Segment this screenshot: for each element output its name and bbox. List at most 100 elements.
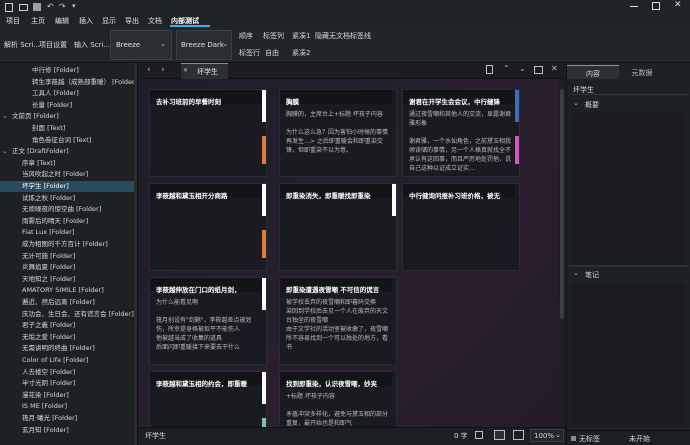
forward-icon[interactable]: › [161, 65, 165, 75]
notes-text-area[interactable] [571, 283, 685, 427]
scrollbar-thumb[interactable] [560, 89, 564, 319]
tree-item[interactable]: 中行修 [Folder] [0, 65, 137, 76]
tree-item[interactable]: 长量 [Folder] [0, 100, 137, 111]
card-synopsis [409, 204, 511, 266]
tree-item[interactable]: 无计可施 [Folder] [0, 251, 137, 262]
project-settings-button[interactable]: 项目设置 [39, 40, 67, 50]
tree-item[interactable]: 工具人 [Folder] [0, 88, 137, 99]
menu-document[interactable]: 文档 [148, 16, 162, 26]
tag-row-button[interactable]: 标签行 [239, 48, 260, 58]
summary-text-area[interactable] [571, 113, 685, 265]
compact2-button[interactable]: 紧凑2 [292, 48, 310, 58]
tab-content[interactable]: 内容 [567, 65, 619, 79]
tree-item[interactable]: AMATORY SIMILE [Folder] [0, 285, 137, 296]
tab-current-document[interactable]: ✕ 坏学生 [181, 63, 228, 79]
index-card[interactable]: 即重染遭遇夜雪嘲 不可信的谎言 被学校丢弃的夜雪嘲和即暮码交换 染回到学校后去见一… [279, 277, 397, 365]
tree-item[interactable]: 试炼之秋 [Folder] [0, 193, 137, 204]
minimize-icon[interactable] [630, 6, 638, 7]
menu-home[interactable]: 主页 [31, 16, 45, 26]
tree-item[interactable]: 雨雾后的晴天 [Folder] [0, 216, 137, 227]
tree-item[interactable]: 成为相图的千方百计 [Folder] [0, 239, 137, 250]
tree-item[interactable]: 转生李筱越（成熟部重暖） [Folder] [0, 77, 137, 88]
tree-item[interactable]: ⌄ 正文 [DraftFolder] [0, 146, 137, 157]
chevron-down-icon[interactable]: ⌄ [2, 146, 7, 157]
bookmark-icon[interactable] [486, 65, 493, 74]
notes-section-header[interactable]: ⌄ 笔记 [569, 269, 689, 281]
label-status[interactable]: 无标签 [579, 434, 600, 444]
split-view-icon[interactable] [534, 66, 543, 74]
back-icon[interactable]: ‹ [147, 65, 151, 75]
progress-status[interactable]: 未开始 [629, 434, 650, 444]
tree-item[interactable]: 玄月知 [Folder] [0, 425, 137, 436]
parse-script-button[interactable]: 解析 Scri... [4, 40, 40, 50]
text-format-icon[interactable] [475, 431, 483, 439]
menu-export[interactable]: 导出 [125, 16, 139, 26]
card-title: 李筱越伸放在门口的纸月剑， [156, 286, 241, 294]
summary-section-header[interactable]: ⌄ 概要 [569, 99, 689, 111]
tab-metadata[interactable]: 元数据 [619, 65, 665, 79]
close-icon[interactable]: ✕ [674, 0, 682, 10]
tree-item[interactable]: 无垢之爱 [Folder] [0, 332, 137, 343]
undo-icon[interactable]: ↶ [47, 2, 54, 11]
index-card[interactable]: 去补习班前的早餐时刻 [149, 89, 267, 177]
editor-scrollbar[interactable] [559, 79, 565, 427]
tree-item[interactable]: 炎舞焰夏 [Folder] [0, 262, 137, 273]
save-icon[interactable] [33, 3, 41, 11]
tree-item[interactable]: 人去楼空 [Folder] [0, 367, 137, 378]
tree-item[interactable]: 君子之義 [Folder] [0, 320, 137, 331]
chevron-down-icon[interactable]: ⌄ [2, 111, 7, 122]
input-script-button[interactable]: 输入 Scri... [74, 40, 110, 50]
tree-item[interactable]: 无烦噪夜的惊空曲 [Folder] [0, 204, 137, 215]
menu-insert[interactable]: 插入 [79, 16, 93, 26]
sidebar-scrollbar[interactable] [134, 63, 137, 445]
tree-item[interactable]: 半寸光阴 [Folder] [0, 378, 137, 389]
tree-item[interactable]: 筏月·曦光 [Folder] [0, 413, 137, 424]
tree-item[interactable]: 无需讲明的终曲 [Folder] [0, 343, 137, 354]
chevron-up-icon[interactable]: ⌃ [503, 64, 510, 73]
index-card[interactable]: 李筱越和黛玉相的约会，即重暖 [149, 371, 267, 427]
close-editor-icon[interactable]: ✕ [551, 64, 558, 73]
scene-icon[interactable] [513, 430, 524, 440]
tree-item[interactable]: 封面 [Text] [0, 123, 137, 134]
image-icon[interactable] [494, 430, 505, 440]
index-card[interactable]: 找到即重染，认识夜雪嘲，妙夹 +标题 坏孩子内容 矛盾冲突多样化，避免与黛玉相的部… [279, 371, 397, 427]
free-button[interactable]: 自由 [265, 48, 279, 58]
redo-icon[interactable]: ↷ [59, 2, 66, 11]
maximize-icon[interactable] [652, 2, 660, 10]
tree-item[interactable]: 坏学生 [Folder] [0, 181, 137, 192]
new-icon[interactable] [5, 3, 13, 12]
zoom-select[interactable]: 100% ⌄ [530, 429, 564, 442]
chevron-down-icon[interactable]: ⌄ [519, 64, 526, 73]
tree-item[interactable]: 序章 [Text] [0, 158, 137, 169]
tree-item[interactable]: 角色卷征台词 [Text] [0, 135, 137, 146]
tree-item[interactable]: Fiat Lux [Folder] [0, 227, 137, 238]
index-card[interactable]: 即重染消失，即重暖找即重染 [279, 183, 397, 271]
menu-view[interactable]: 显示 [102, 16, 116, 26]
inspector-divider[interactable] [569, 265, 689, 267]
index-card[interactable]: 中行健询问报补习班价格，被无 [402, 183, 520, 271]
menu-project[interactable]: 项目 [6, 16, 20, 26]
tree-item[interactable]: Color of Life [Folder] [0, 355, 137, 366]
tree-item[interactable]: 邂近、然后远离 [Folder] [0, 297, 137, 308]
theme-combo-2[interactable]: Breeze Dark ⌄ [176, 30, 232, 60]
menu-edit[interactable]: 编辑 [55, 16, 69, 26]
theme-combo-1[interactable]: Breeze ⌄ [110, 30, 172, 60]
tree-item[interactable]: 庆功会、生日会、还有谎言会 [Folder] [0, 309, 137, 320]
index-card[interactable]: 李筱越和黛玉相开分商路 [149, 183, 267, 271]
tree-item[interactable]: IS ME [Folder] [0, 401, 137, 412]
tag-column-button[interactable]: 标签列 [263, 31, 284, 41]
hide-tag-line-button[interactable]: 隐藏无文档标签线 [315, 31, 371, 41]
tree-item[interactable]: 漫花染 [Folder] [0, 390, 137, 401]
tree-item[interactable]: 当风吹起之时 [Folder] [0, 169, 137, 180]
open-icon[interactable] [19, 4, 28, 11]
title-field[interactable]: 坏学生 [569, 83, 689, 95]
tree-item[interactable]: 天地知之 [Folder] [0, 274, 137, 285]
tab-close-icon[interactable]: ✕ [183, 67, 188, 74]
tree-item[interactable]: ⌄ 文前页 [Folder] [0, 111, 137, 122]
index-card[interactable]: 谢君在开学生会会议，中行缝锋 通过夜雪嘲和其他人的交流，显露谢君雅形象 谢君雅，一… [402, 89, 520, 177]
dropdown-icon[interactable]: ▾ [72, 2, 76, 10]
index-card[interactable]: 李筱越伸放在门口的纸月剑， 为什么能看见啊 筏月创设有"剑鞘"，李筱越差点被划伤，… [149, 277, 267, 365]
compact1-button[interactable]: 紧凑1 [292, 31, 310, 41]
order-button[interactable]: 顺序 [239, 31, 253, 41]
index-card[interactable]: 胸膜 胸膜的，主席台上+标题 坏孩子内容 为什么这么急？因为害怕小时候的事情再发生… [279, 89, 397, 177]
